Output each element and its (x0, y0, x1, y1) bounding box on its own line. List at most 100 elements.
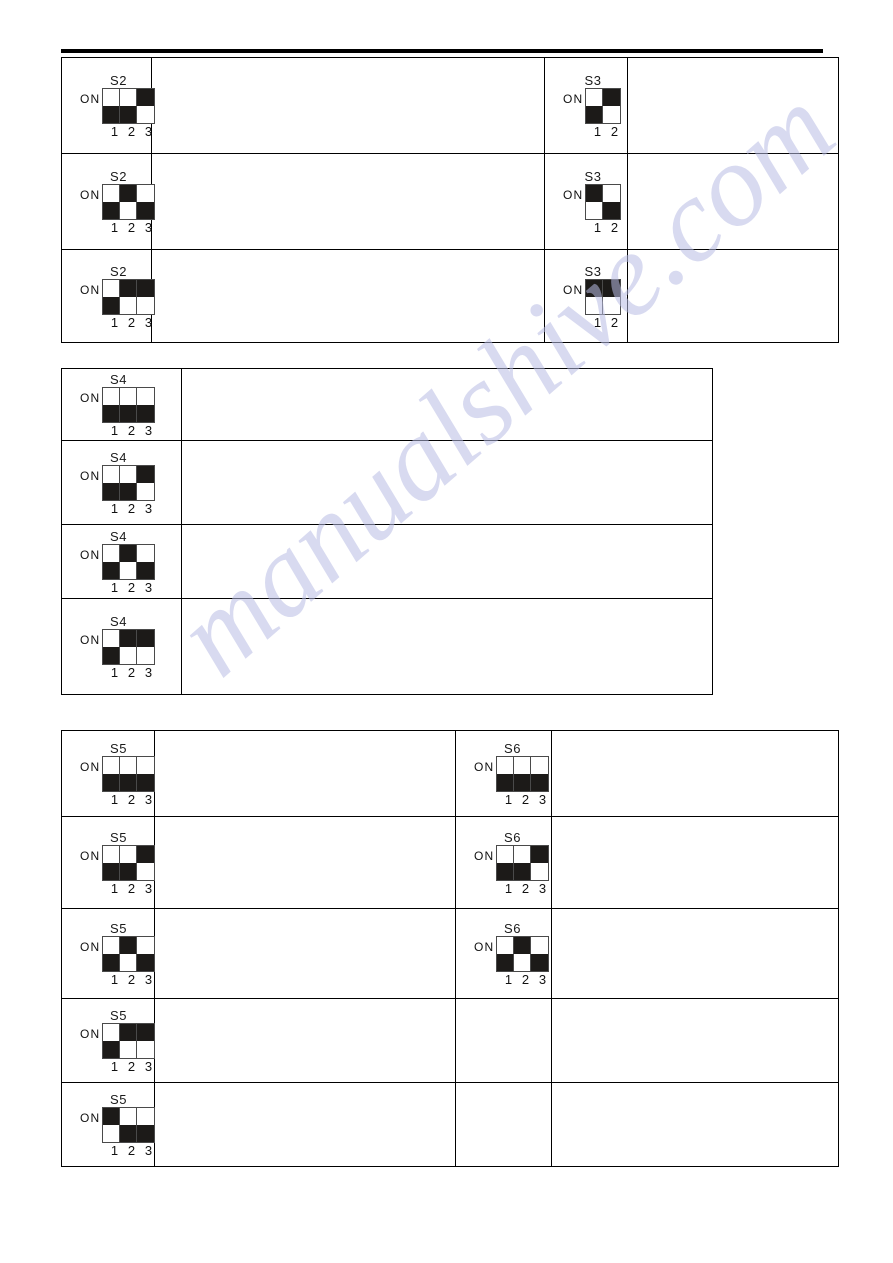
dip-lever-2[interactable] (120, 1024, 138, 1058)
dip-lever-3[interactable] (137, 630, 155, 664)
dip-switch-block[interactable] (496, 756, 550, 792)
dip-switch-s4[interactable]: S4 ON 1 2 3 (80, 615, 157, 680)
dip-switch-block[interactable] (102, 387, 156, 423)
dip-switch-block[interactable] (102, 629, 156, 665)
dip-switch-s2[interactable]: S2 ON 1 2 3 (80, 74, 157, 139)
dip-lever-1[interactable] (103, 937, 121, 971)
dip-lever-3[interactable] (137, 846, 155, 880)
dip-switch-s2[interactable]: S2 ON 1 2 3 (80, 265, 157, 330)
dip-switch-block[interactable] (496, 845, 550, 881)
dip-switch-block[interactable] (102, 936, 156, 972)
dip-lever-2[interactable] (120, 846, 138, 880)
dip-lever-2[interactable] (120, 757, 138, 791)
dip-lever-3[interactable] (137, 388, 155, 422)
dip-lever-3[interactable] (137, 1024, 155, 1058)
dip-switch-s5[interactable]: S5 ON 1 2 3 (80, 1009, 157, 1074)
dip-switch-block[interactable] (102, 278, 156, 315)
dip-lever-2[interactable] (120, 388, 138, 422)
dip-lever-1[interactable] (103, 1108, 121, 1142)
dip-lever-1[interactable] (103, 466, 121, 500)
dip-switch-block[interactable] (102, 1107, 156, 1143)
dip-switch-body-row: ON (563, 88, 623, 124)
dip-on-label: ON (80, 940, 101, 954)
dip-lever-2[interactable] (514, 757, 532, 791)
dip-switch-block[interactable] (102, 88, 156, 124)
dip-switch-block[interactable] (102, 1023, 156, 1059)
dip-lever-2[interactable] (514, 937, 532, 971)
dip-lever-2[interactable] (120, 279, 138, 314)
dip-position-number: 2 (127, 501, 136, 516)
dip-lever-3[interactable] (137, 279, 155, 314)
dip-switch-block[interactable] (585, 88, 622, 124)
dip-lever-1[interactable] (497, 937, 515, 971)
dip-lever-1[interactable] (586, 279, 604, 314)
dip-switch-block[interactable] (102, 184, 156, 220)
dip-switch-s3[interactable]: S3 ON 1 2 (563, 74, 623, 139)
dip-lever-2[interactable] (603, 89, 621, 123)
dip-lever-1[interactable] (103, 1024, 121, 1058)
dip-lever-3[interactable] (137, 185, 155, 219)
dip-lever-1[interactable] (103, 279, 121, 314)
dip-switch-block[interactable] (585, 278, 622, 315)
dip-lever-3[interactable] (531, 846, 549, 880)
dip-position-number: 3 (538, 792, 547, 807)
dip-lever-3[interactable] (137, 757, 155, 791)
dip-position-numbers: 123 (106, 125, 157, 139)
dip-lever-1[interactable] (103, 185, 121, 219)
dip-lever-3[interactable] (137, 937, 155, 971)
dip-lever-top-half (497, 757, 514, 774)
dip-lever-1[interactable] (103, 89, 121, 123)
dip-switch-s3[interactable]: S3 ON 1 2 (563, 265, 623, 330)
dip-switch-block[interactable] (102, 465, 156, 501)
dip-switch-s5[interactable]: S5 ON 1 2 3 (80, 1093, 157, 1158)
dip-lever-top-half (514, 757, 531, 774)
switch-cell-a: S5 ON 1 2 3 (61, 1082, 157, 1167)
dip-lever-1[interactable] (103, 846, 121, 880)
dip-lever-1[interactable] (103, 545, 121, 579)
dip-on-label: ON (563, 92, 584, 106)
dip-lever-2[interactable] (120, 545, 138, 579)
dip-lever-2[interactable] (120, 466, 138, 500)
dip-lever-1[interactable] (103, 388, 121, 422)
dip-on-label: ON (80, 1027, 101, 1041)
dip-switch-block[interactable] (585, 184, 622, 220)
dip-lever-3[interactable] (137, 89, 155, 123)
dip-switch-s6[interactable]: S6 ON 1 2 3 (474, 742, 551, 807)
dip-switch-s4[interactable]: S4 ON 1 2 3 (80, 451, 157, 516)
dip-switch-s4[interactable]: S4 ON 1 2 3 (80, 530, 157, 595)
dip-lever-top-half (497, 937, 514, 954)
dip-switch-block[interactable] (102, 756, 156, 792)
dip-lever-1[interactable] (497, 757, 515, 791)
dip-lever-1[interactable] (586, 185, 604, 219)
table-row: S4 ON 1 2 3 (61, 598, 713, 695)
dip-lever-2[interactable] (120, 630, 138, 664)
dip-lever-1[interactable] (103, 757, 121, 791)
dip-lever-2[interactable] (120, 185, 138, 219)
dip-switch-block[interactable] (496, 936, 550, 972)
dip-switch-s5[interactable]: S5 ON 1 2 3 (80, 831, 157, 896)
dip-lever-3[interactable] (531, 757, 549, 791)
dip-lever-1[interactable] (497, 846, 515, 880)
dip-lever-2[interactable] (514, 846, 532, 880)
dip-lever-2[interactable] (120, 1108, 138, 1142)
dip-lever-2[interactable] (603, 279, 621, 314)
dip-switch-s4[interactable]: S4 ON 1 2 3 (80, 373, 157, 438)
dip-lever-1[interactable] (586, 89, 604, 123)
dip-lever-3[interactable] (137, 466, 155, 500)
dip-switch-s6[interactable]: S6 ON 1 2 3 (474, 831, 551, 896)
dip-lever-3[interactable] (137, 1108, 155, 1142)
dip-switch-s6[interactable]: S6 ON 1 2 3 (474, 922, 551, 987)
dip-switch-block[interactable] (102, 845, 156, 881)
dip-switch-s3[interactable]: S3 ON 1 2 (563, 170, 623, 235)
dip-lever-top-half (586, 185, 603, 202)
dip-switch-s2[interactable]: S2 ON 1 2 3 (80, 170, 157, 235)
dip-lever-3[interactable] (531, 937, 549, 971)
dip-lever-3[interactable] (137, 545, 155, 579)
dip-switch-s5[interactable]: S5 ON 1 2 3 (80, 922, 157, 987)
dip-switch-block[interactable] (102, 544, 156, 580)
dip-switch-s5[interactable]: S5 ON 1 2 3 (80, 742, 157, 807)
dip-lever-1[interactable] (103, 630, 121, 664)
dip-lever-2[interactable] (120, 89, 138, 123)
dip-lever-2[interactable] (120, 937, 138, 971)
dip-lever-2[interactable] (603, 185, 621, 219)
